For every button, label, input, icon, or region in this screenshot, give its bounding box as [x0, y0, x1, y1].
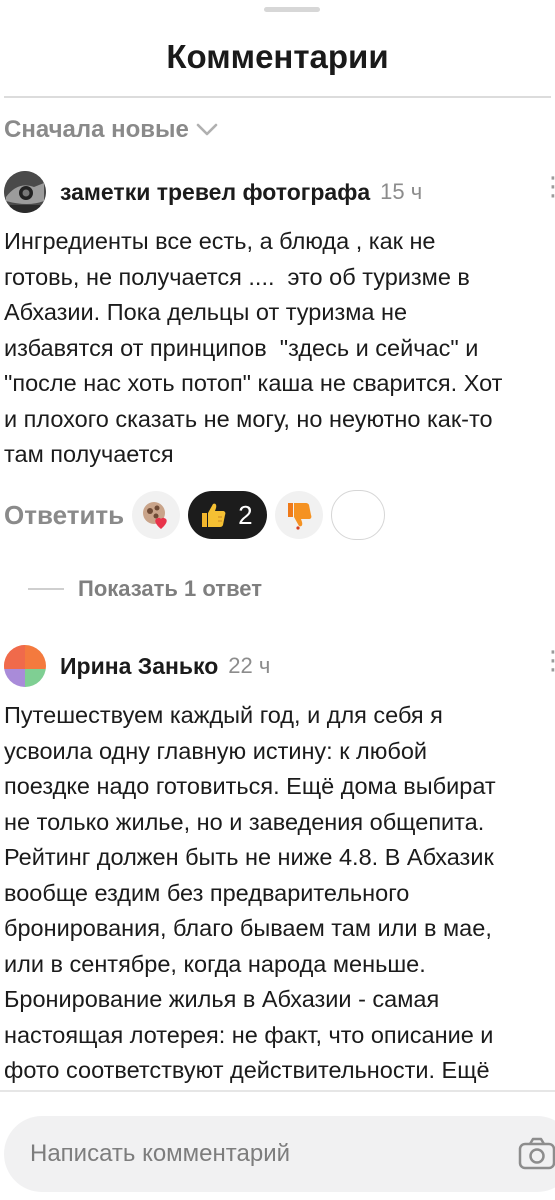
chevron-down-icon: [196, 123, 218, 136]
page-title: Комментарии: [166, 38, 389, 75]
comment-item: заметки тревел фотографа 15 ч ⋮ Ингредие…: [4, 166, 555, 473]
replies-line: [28, 588, 64, 590]
comment-item: Ирина Занько 22 ч ⋮ Путешествуем каждый …: [4, 640, 555, 1089]
reaction-dislike-chip[interactable]: [274, 491, 323, 539]
author-name[interactable]: заметки тревел фотографа: [60, 179, 370, 206]
avatar[interactable]: [4, 645, 46, 687]
like-count: 2: [238, 499, 253, 530]
comment-header: Ирина Занько 22 ч ⋮: [4, 640, 555, 692]
composer-divider: [0, 1090, 555, 1092]
show-replies-label: Показать 1 ответ: [78, 576, 263, 601]
comment-time: 15 ч: [380, 179, 423, 204]
more-options-icon[interactable]: ⋮: [540, 647, 555, 673]
comment-text: Путешествуем каждый год, и для себя я ус…: [4, 702, 496, 1083]
author-name[interactable]: Ирина Занько: [60, 653, 218, 680]
show-replies-button[interactable]: Показать 1 ответ: [28, 576, 262, 602]
reaction-like-chip[interactable]: 2: [188, 491, 267, 539]
comment-actions: Ответить 2: [4, 490, 393, 540]
reaction-love-chip[interactable]: [132, 491, 181, 539]
comment-header: заметки тревел фотографа 15 ч ⋮: [4, 166, 555, 218]
sort-dropdown[interactable]: Сначала новые: [4, 116, 219, 144]
sheet-drag-handle[interactable]: [264, 7, 320, 12]
thumbs-down-icon: [287, 503, 312, 530]
comment-time: 22 ч: [228, 653, 271, 678]
reply-button[interactable]: Ответить: [4, 500, 124, 531]
header-divider: [4, 96, 551, 98]
add-reaction-button[interactable]: [330, 490, 385, 540]
comment-input[interactable]: [28, 1139, 472, 1169]
comment-composer: [4, 1116, 555, 1192]
love-reaction-icon: [143, 502, 167, 529]
thumbs-up-icon: [202, 503, 226, 527]
camera-icon[interactable]: [517, 1134, 555, 1174]
comment-text: Ингредиенты все есть, а блюда , как не г…: [4, 228, 503, 467]
sort-label: Сначала новые: [4, 116, 189, 143]
more-options-icon[interactable]: ⋮: [540, 173, 555, 199]
avatar[interactable]: [4, 171, 46, 213]
